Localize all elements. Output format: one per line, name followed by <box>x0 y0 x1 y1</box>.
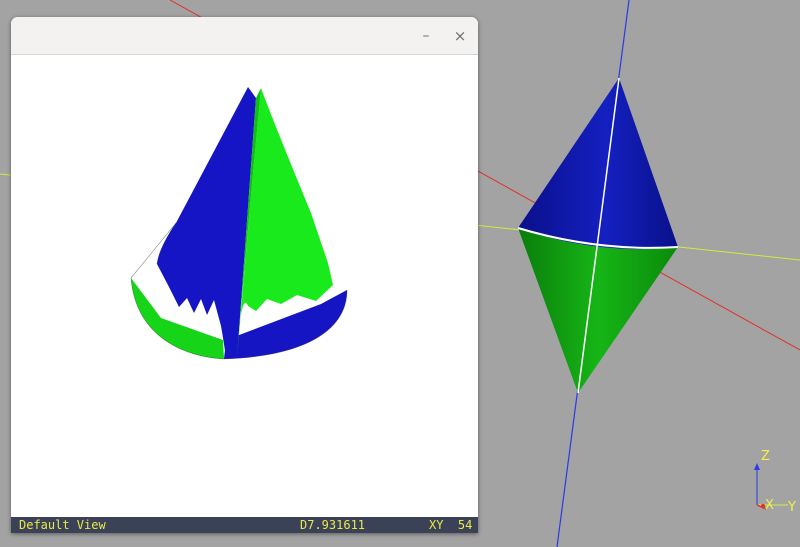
double-cone[interactable] <box>517 77 679 394</box>
lower-cone <box>518 228 678 393</box>
x-axis-label: X <box>765 498 774 513</box>
window-titlebar[interactable]: – × <box>11 17 478 55</box>
window-3d-view[interactable] <box>11 55 478 517</box>
close-icon[interactable]: × <box>450 26 470 46</box>
minimize-icon[interactable]: – <box>416 26 436 46</box>
z-axis-label: Z <box>761 449 770 464</box>
upper-cone <box>518 78 678 250</box>
distance-readout: D7.931611 <box>300 518 366 532</box>
y-axis-label: Y <box>787 500 796 515</box>
cone-face-blue <box>157 87 256 358</box>
view-name: Default View <box>19 518 106 532</box>
viewer-window: – × Default View D7.931611 XY 54 <box>11 17 478 533</box>
plane-label: XY <box>429 518 444 532</box>
statusbar: Default View D7.931611 XY 54 <box>11 517 478 533</box>
plane-readout: XY 54 <box>429 517 472 533</box>
cone[interactable] <box>130 87 348 360</box>
plane-extra: 54 <box>457 518 473 532</box>
axes-triad: Z X Y <box>754 449 796 515</box>
